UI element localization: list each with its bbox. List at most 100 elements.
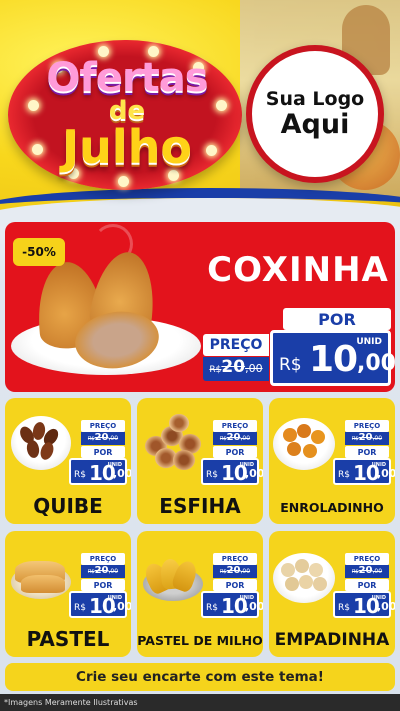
old-price-decimal: ,00	[372, 568, 383, 575]
new-price-currency: R$	[338, 470, 350, 480]
por-label: POR	[81, 579, 125, 591]
product-name: ENROLADINHO	[280, 500, 384, 515]
new-price: UNID R$ 10,00	[201, 458, 263, 485]
product-name: EMPADINHA	[274, 630, 390, 650]
logo-text-2: Aqui	[280, 109, 350, 140]
old-price-integer: 20	[221, 357, 246, 377]
product-name: QUIBE	[33, 494, 103, 518]
new-price-currency: R$	[74, 603, 86, 613]
por-label: POR	[283, 308, 391, 330]
new-price-integer: 10	[221, 461, 248, 485]
por-label: POR	[345, 579, 389, 591]
featured-product-name: COXINHA	[207, 250, 389, 290]
old-price-decimal: ,00	[372, 435, 383, 442]
new-price-integer: 10	[221, 594, 248, 618]
old-price: R$ 20,00	[213, 432, 257, 445]
cta-banner[interactable]: Crie seu encarte com este tema!	[5, 663, 395, 691]
new-price: UNID R$ 10,00	[69, 458, 131, 485]
por-label: POR	[345, 446, 389, 458]
product-card-enroladinho[interactable]: PREÇO R$ 20,00 POR UNID R$ 10,00 ENROLADINH…	[269, 398, 395, 524]
old-price-currency: R$	[87, 569, 95, 575]
por-label: POR	[81, 446, 125, 458]
title-line-3: Julho	[62, 120, 192, 174]
unit-label: UNID	[356, 337, 382, 347]
new-price-currency: R$	[338, 603, 350, 613]
old-price-currency: R$	[87, 436, 95, 442]
new-price-integer: 10	[353, 594, 380, 618]
new-price-integer: 10	[89, 594, 116, 618]
pastel-image	[7, 541, 73, 607]
page-title: Ofertas de Julho	[22, 58, 232, 170]
new-price-decimal: ,00	[357, 351, 395, 376]
new-price-decimal: ,00	[245, 467, 263, 480]
old-price-currency: R$	[351, 569, 359, 575]
logo-text-1: Sua Logo	[265, 88, 365, 110]
new-price-currency: R$	[279, 355, 302, 375]
product-name: PASTEL	[26, 627, 110, 651]
price-label: PREÇO	[81, 420, 125, 432]
new-price-decimal: ,00	[245, 600, 263, 613]
por-label: POR	[213, 446, 257, 458]
old-price: R$ 20,00	[81, 565, 125, 578]
new-price-integer: 10	[309, 339, 358, 380]
featured-offer[interactable]: -50% COXINHA PREÇO R$ 20 ,00 POR UNID R$…	[5, 222, 395, 392]
price-label: PREÇO	[345, 553, 389, 565]
header-banner: Ofertas de Julho Sua Logo Aqui	[0, 0, 400, 238]
flyer: Ofertas de Julho Sua Logo Aqui -50% COXI…	[0, 0, 400, 711]
new-price-decimal: ,00	[377, 467, 395, 480]
price-label: PREÇO	[81, 553, 125, 565]
product-card-pastel[interactable]: PREÇO R$ 20,00 POR UNID R$ 10,00 PASTEL	[5, 531, 131, 657]
old-price-integer: 20	[94, 432, 109, 443]
old-price-currency: R$	[219, 436, 227, 442]
old-price-currency: R$	[209, 365, 222, 375]
old-price-decimal: ,00	[240, 435, 251, 442]
new-price: UNID R$ 10 ,00	[270, 330, 395, 386]
new-price-decimal: ,00	[377, 600, 395, 613]
esfiha-image	[139, 408, 205, 474]
new-price-currency: R$	[74, 470, 86, 480]
pastel-de-milho-image	[139, 541, 205, 607]
new-price-decimal: ,00	[113, 600, 131, 613]
product-name: ESFIHA	[159, 494, 241, 518]
old-price: R$ 20,00	[345, 432, 389, 445]
old-price-decimal: ,00	[108, 568, 119, 575]
product-card-esfiha[interactable]: PREÇO R$ 20,00 POR UNID R$ 10,00 ESFIHA	[137, 398, 263, 524]
product-name: PASTEL DE MILHO	[137, 633, 263, 648]
new-price: UNID R$ 10,00	[333, 458, 395, 485]
new-price-decimal: ,00	[113, 467, 131, 480]
old-price-integer: 20	[226, 432, 241, 443]
old-price-integer: 20	[358, 432, 373, 443]
old-price-integer: 20	[94, 565, 109, 576]
new-price-currency: R$	[206, 470, 218, 480]
product-card-quibe[interactable]: PREÇO R$ 20,00 POR UNID R$ 10,00 QUIBE	[5, 398, 131, 524]
product-card-pastel-de-milho[interactable]: PREÇO R$ 20,00 POR UNID R$ 10,00 PASTEL DE …	[137, 531, 263, 657]
old-price: R$ 20,00	[345, 565, 389, 578]
old-price: R$ 20 ,00	[203, 357, 269, 381]
discount-badge: -50%	[13, 238, 65, 266]
quibe-image	[7, 408, 73, 474]
new-price-currency: R$	[206, 603, 218, 613]
footer-disclaimer: *Imagens Meramente Ilustrativas	[0, 694, 400, 711]
new-price: UNID R$ 10,00	[201, 591, 263, 618]
logo-placeholder[interactable]: Sua Logo Aqui	[246, 45, 384, 183]
price-label: PREÇO	[213, 420, 257, 432]
old-price: R$ 20,00	[213, 565, 257, 578]
empadinha-image	[271, 541, 337, 607]
title-line-1: Ofertas	[46, 55, 208, 101]
old-price: R$ 20,00	[81, 432, 125, 445]
old-price-currency: R$	[219, 569, 227, 575]
old-price-currency: R$	[351, 436, 359, 442]
old-price-decimal: ,00	[245, 362, 263, 375]
new-price-integer: 10	[89, 461, 116, 485]
price-label: PREÇO	[203, 334, 269, 356]
new-price-integer: 10	[353, 461, 380, 485]
old-price-decimal: ,00	[240, 568, 251, 575]
new-price: UNID R$ 10,00	[69, 591, 131, 618]
price-label: PREÇO	[213, 553, 257, 565]
product-card-empadinha[interactable]: PREÇO R$ 20,00 POR UNID R$ 10,00 EMPADINHA	[269, 531, 395, 657]
new-price: UNID R$ 10,00	[333, 591, 395, 618]
old-price-integer: 20	[358, 565, 373, 576]
old-price-decimal: ,00	[108, 435, 119, 442]
price-label: PREÇO	[345, 420, 389, 432]
por-label: POR	[213, 579, 257, 591]
